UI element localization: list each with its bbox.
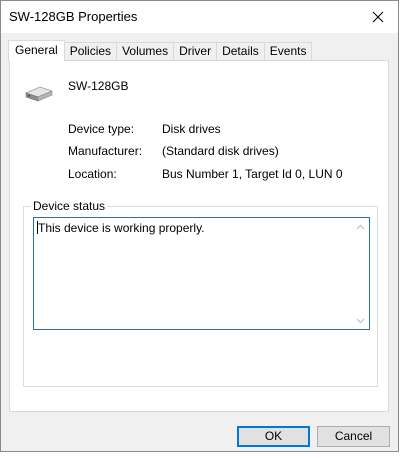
cancel-button[interactable]: Cancel <box>317 426 390 447</box>
tab-policies[interactable]: Policies <box>63 42 118 60</box>
device-status-label: Device status <box>31 199 108 213</box>
close-button[interactable] <box>358 1 398 33</box>
chevron-down-icon <box>356 318 365 323</box>
device-name: SW-128GB <box>68 79 129 93</box>
tab-events[interactable]: Events <box>263 42 313 60</box>
device-status-text-line: This device is working properly. <box>37 221 205 235</box>
location-label: Location: <box>68 167 117 181</box>
tab-strip: General Policies Volumes Driver Details … <box>8 40 313 61</box>
location-value: Bus Number 1, Target Id 0, LUN 0 <box>162 167 343 181</box>
tab-details[interactable]: Details <box>216 42 265 60</box>
device-status-textbox[interactable]: This device is working properly. <box>33 217 370 330</box>
tab-driver[interactable]: Driver <box>173 42 218 60</box>
properties-dialog: SW-128GB Properties General Policies Vol… <box>0 0 399 452</box>
manufacturer-label: Manufacturer: <box>68 144 143 158</box>
close-icon <box>372 11 384 23</box>
tab-volumes[interactable]: Volumes <box>116 42 175 60</box>
device-status-text: This device is working properly. <box>38 221 205 235</box>
ok-button[interactable]: OK <box>237 426 310 447</box>
device-type-value: Disk drives <box>162 122 221 136</box>
general-tab-panel: SW-128GB Device type: Disk drives Manufa… <box>9 60 389 412</box>
vertical-scrollbar[interactable] <box>352 218 369 329</box>
device-status-group: Device status This device is working pro… <box>23 199 378 387</box>
device-type-label: Device type: <box>68 122 135 136</box>
disk-drive-icon <box>24 86 54 102</box>
tab-general[interactable]: General <box>8 40 65 61</box>
scroll-up-button[interactable] <box>352 218 369 235</box>
window-title: SW-128GB Properties <box>9 9 138 24</box>
background-window-strip <box>0 452 401 458</box>
title-bar[interactable]: SW-128GB Properties <box>1 1 398 33</box>
scroll-down-button[interactable] <box>352 312 369 329</box>
chevron-up-icon <box>356 224 365 229</box>
manufacturer-value: (Standard disk drives) <box>162 144 279 158</box>
